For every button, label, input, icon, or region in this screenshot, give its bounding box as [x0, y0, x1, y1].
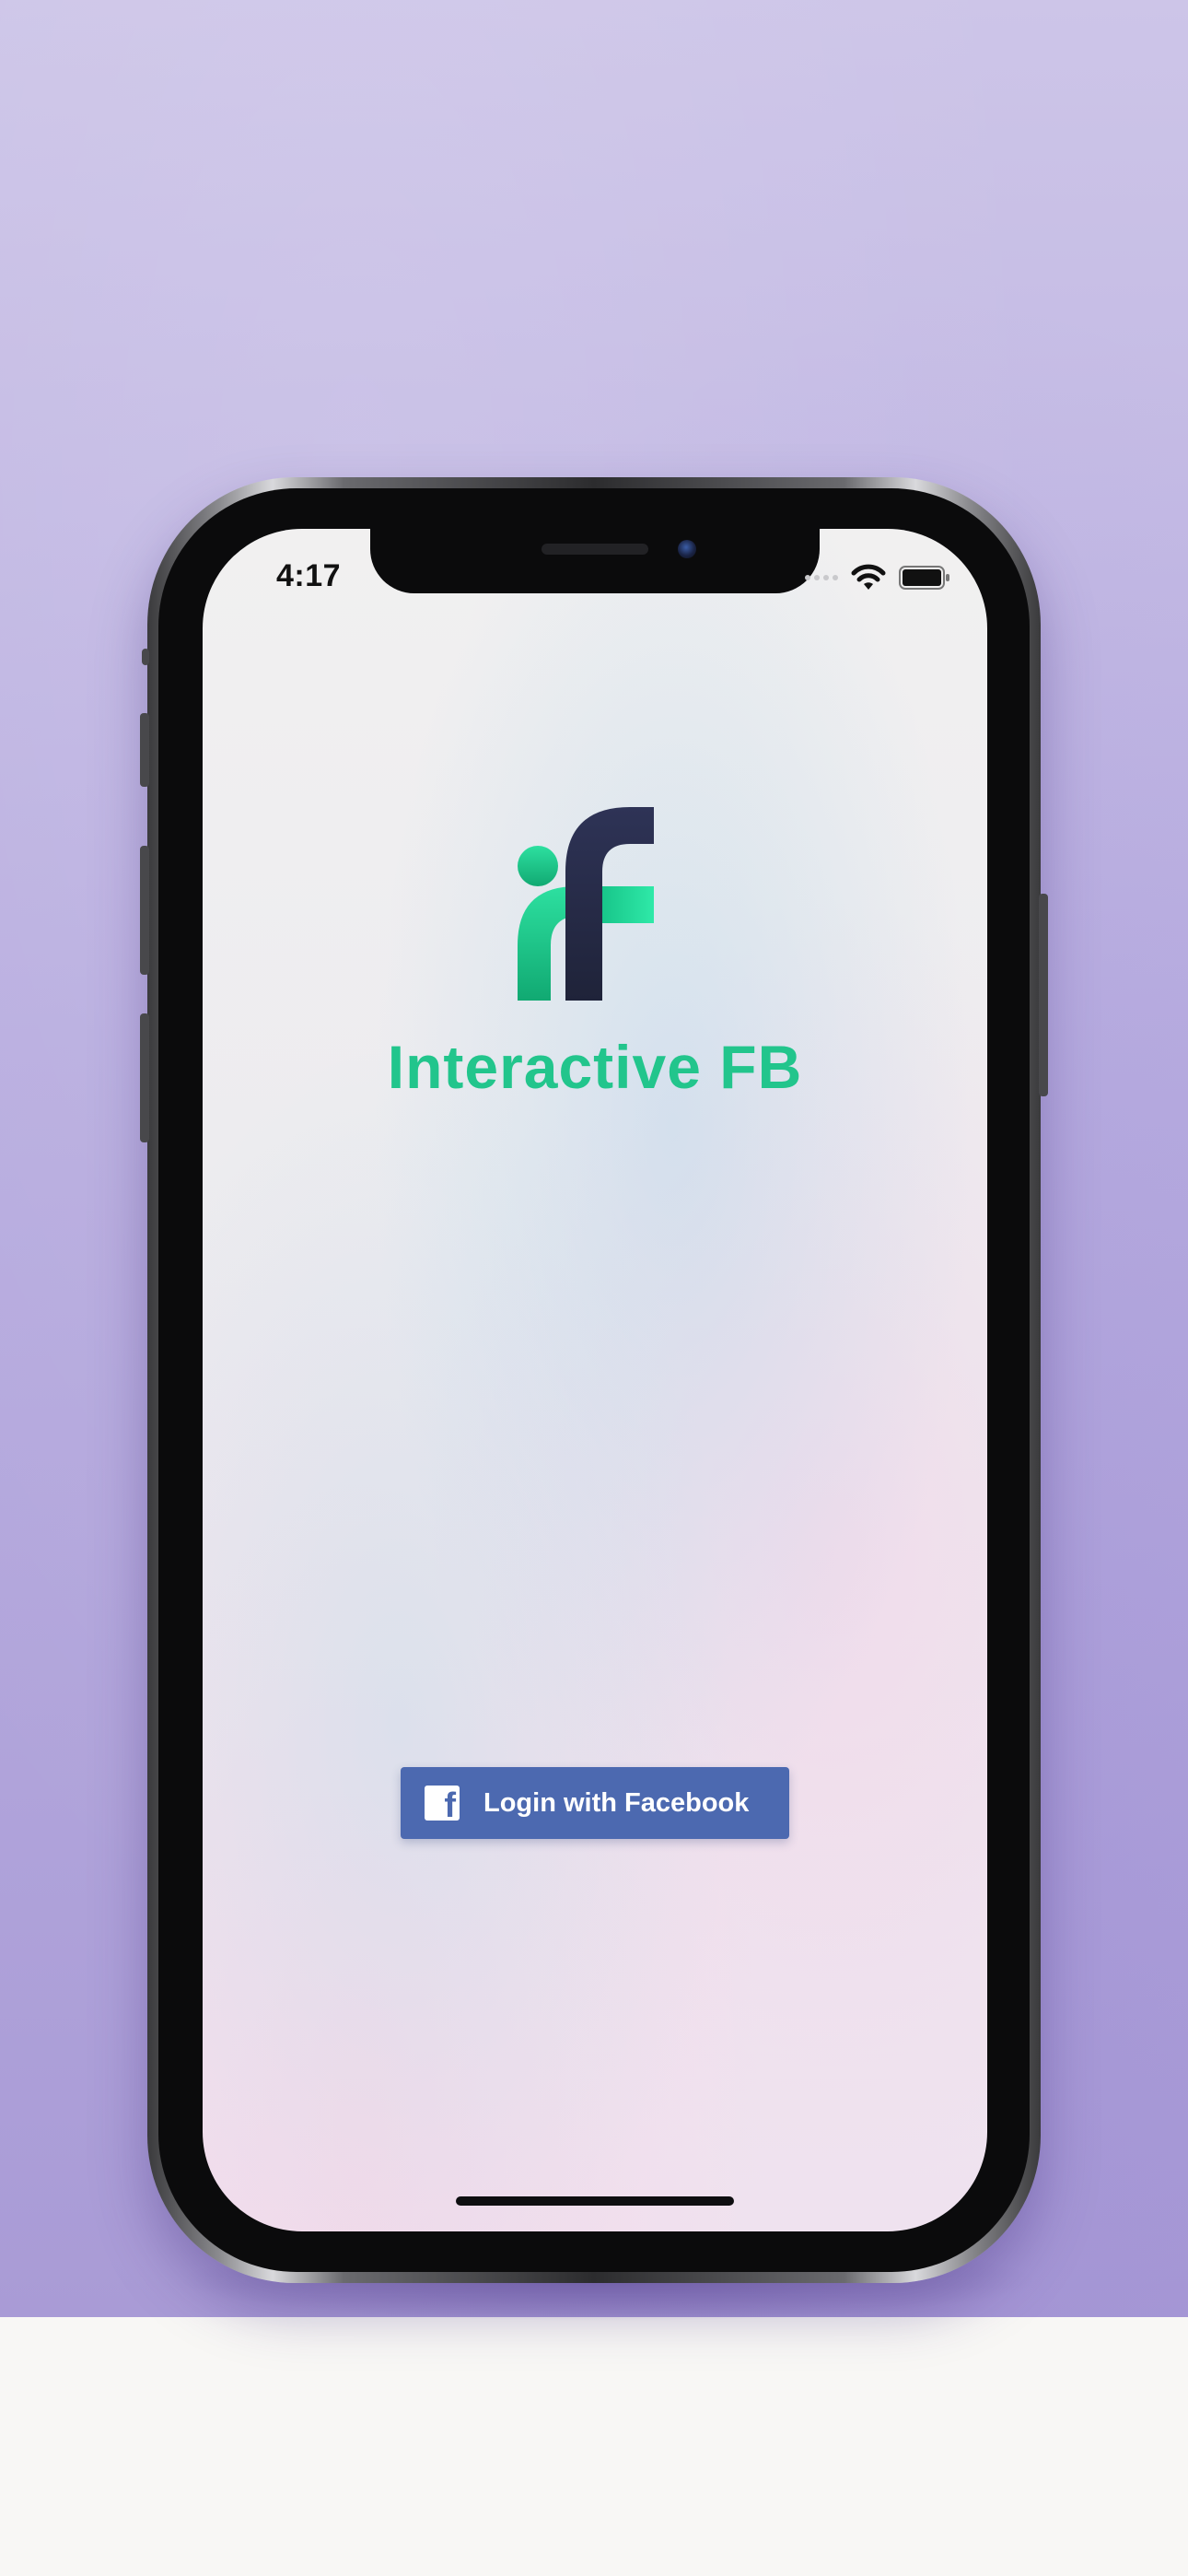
- signal-dots-icon: [805, 575, 838, 580]
- facebook-icon: f: [425, 1786, 460, 1821]
- phone-mockup: 4:17 Interactive FB f Login with Faceboo…: [140, 477, 1048, 2283]
- app-screen: 4:17 Interactive FB f Login with Faceboo…: [203, 529, 987, 2231]
- phone-antenna-band: [142, 649, 149, 665]
- home-indicator[interactable]: [456, 2196, 734, 2206]
- app-title: Interactive FB: [387, 1033, 803, 1101]
- battery-icon: [899, 566, 950, 590]
- front-camera-icon: [678, 540, 696, 558]
- status-icons: [805, 564, 950, 591]
- volume-up-button: [140, 846, 149, 975]
- volume-down-button: [140, 1013, 149, 1142]
- login-with-facebook-button[interactable]: f Login with Facebook: [401, 1767, 789, 1839]
- status-time: 4:17: [276, 558, 342, 593]
- interactive-fb-logo-icon: [516, 807, 656, 1002]
- power-button: [1039, 894, 1048, 1096]
- wifi-icon: [851, 564, 886, 591]
- notch: [370, 529, 820, 593]
- speaker-grille: [542, 544, 648, 555]
- login-button-label: Login with Facebook: [483, 1787, 750, 1818]
- mute-switch: [140, 713, 149, 787]
